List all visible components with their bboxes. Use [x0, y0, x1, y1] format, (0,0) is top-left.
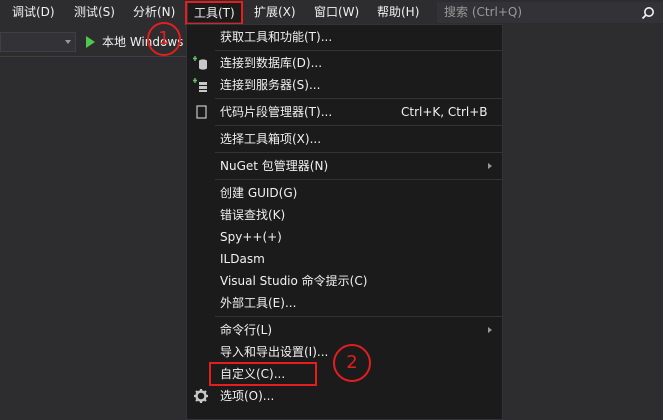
annotation-step-1: 1 — [147, 22, 181, 56]
menu-test[interactable]: 测试(S) — [68, 2, 121, 23]
menu-item-label: Spy++(+) — [220, 230, 282, 244]
menu-item-create-guid[interactable]: 创建 GUID(G) — [187, 182, 502, 204]
menu-separator — [215, 125, 502, 126]
menu-item-label: 命令行(L) — [220, 323, 273, 337]
menu-item-shortcut: Ctrl+K, Ctrl+B — [401, 105, 488, 119]
snippet-icon — [196, 105, 207, 119]
menu-item-get-tools[interactable]: 获取工具和功能(T)... — [187, 26, 502, 48]
server-connect-icon — [193, 78, 207, 92]
menu-separator — [215, 98, 502, 99]
menu-item-vs-command-prompt[interactable]: Visual Studio 命令提示(C) — [187, 270, 502, 292]
search-placeholder: 搜索 (Ctrl+Q) — [444, 5, 523, 19]
menu-separator — [215, 152, 502, 153]
menu-analyze[interactable]: 分析(N) — [127, 2, 181, 23]
highlight-tools-menu — [185, 1, 243, 25]
menu-item-spy[interactable]: Spy++(+) — [187, 226, 502, 248]
search-input[interactable]: 搜索 (Ctrl+Q) — [437, 2, 663, 23]
menu-item-label: 导入和导出设置(I)... — [220, 345, 329, 359]
menu-item-label: 外部工具(E)... — [220, 296, 297, 310]
chevron-right-icon — [488, 327, 492, 333]
menu-separator — [215, 179, 502, 180]
menu-item-error-lookup[interactable]: 错误查找(K) — [187, 204, 502, 226]
chevron-right-icon — [488, 163, 492, 169]
solution-config-dropdown[interactable] — [0, 32, 76, 52]
menu-item-label: 选择工具箱项(X)... — [220, 132, 322, 146]
menu-item-label: NuGet 包管理器(N) — [220, 159, 329, 173]
menu-item-snippet-manager[interactable]: 代码片段管理器(T)... Ctrl+K, Ctrl+B — [187, 101, 502, 123]
menu-item-label: 代码片段管理器(T)... — [220, 105, 333, 119]
menu-separator — [215, 316, 502, 317]
menu-item-options[interactable]: 选项(O)... — [187, 385, 502, 407]
menu-bar: 调试(D) 测试(S) 分析(N) 工具(T) 扩展(X) 窗口(W) 帮助(H… — [0, 0, 663, 25]
menu-item-label: 连接到数据库(D)... — [220, 56, 323, 70]
menu-item-label: 获取工具和功能(T)... — [220, 30, 333, 44]
menu-item-label: 连接到服务器(S)... — [220, 78, 321, 92]
menu-item-nuget[interactable]: NuGet 包管理器(N) — [187, 155, 502, 177]
menu-item-choose-toolbox[interactable]: 选择工具箱项(X)... — [187, 128, 502, 150]
menu-debug[interactable]: 调试(D) — [6, 2, 61, 23]
menu-item-connect-server[interactable]: 连接到服务器(S)... — [187, 74, 502, 96]
menu-help[interactable]: 帮助(H) — [371, 2, 425, 23]
menu-window[interactable]: 窗口(W) — [308, 2, 365, 23]
search-icon[interactable] — [641, 6, 655, 20]
menu-item-label: 创建 GUID(G) — [220, 186, 298, 200]
menu-extensions[interactable]: 扩展(X) — [248, 2, 302, 23]
menu-item-label: 错误查找(K) — [220, 208, 286, 222]
database-connect-icon — [193, 56, 207, 70]
chevron-down-icon — [65, 40, 71, 44]
annotation-step-2: 2 — [333, 344, 371, 382]
highlight-customize — [209, 362, 317, 386]
play-icon[interactable] — [86, 36, 95, 48]
menu-item-label: ILDasm — [220, 252, 265, 266]
toolbar-divider — [0, 56, 186, 57]
menu-item-connect-database[interactable]: 连接到数据库(D)... — [187, 52, 502, 74]
menu-item-label: Visual Studio 命令提示(C) — [220, 274, 368, 288]
menu-item-external-tools[interactable]: 外部工具(E)... — [187, 292, 502, 314]
menu-separator — [215, 50, 502, 51]
menu-item-label: 选项(O)... — [220, 389, 275, 403]
menu-item-command-line[interactable]: 命令行(L) — [187, 319, 502, 341]
gear-icon — [194, 389, 208, 403]
menu-item-ildasm[interactable]: ILDasm — [187, 248, 502, 270]
